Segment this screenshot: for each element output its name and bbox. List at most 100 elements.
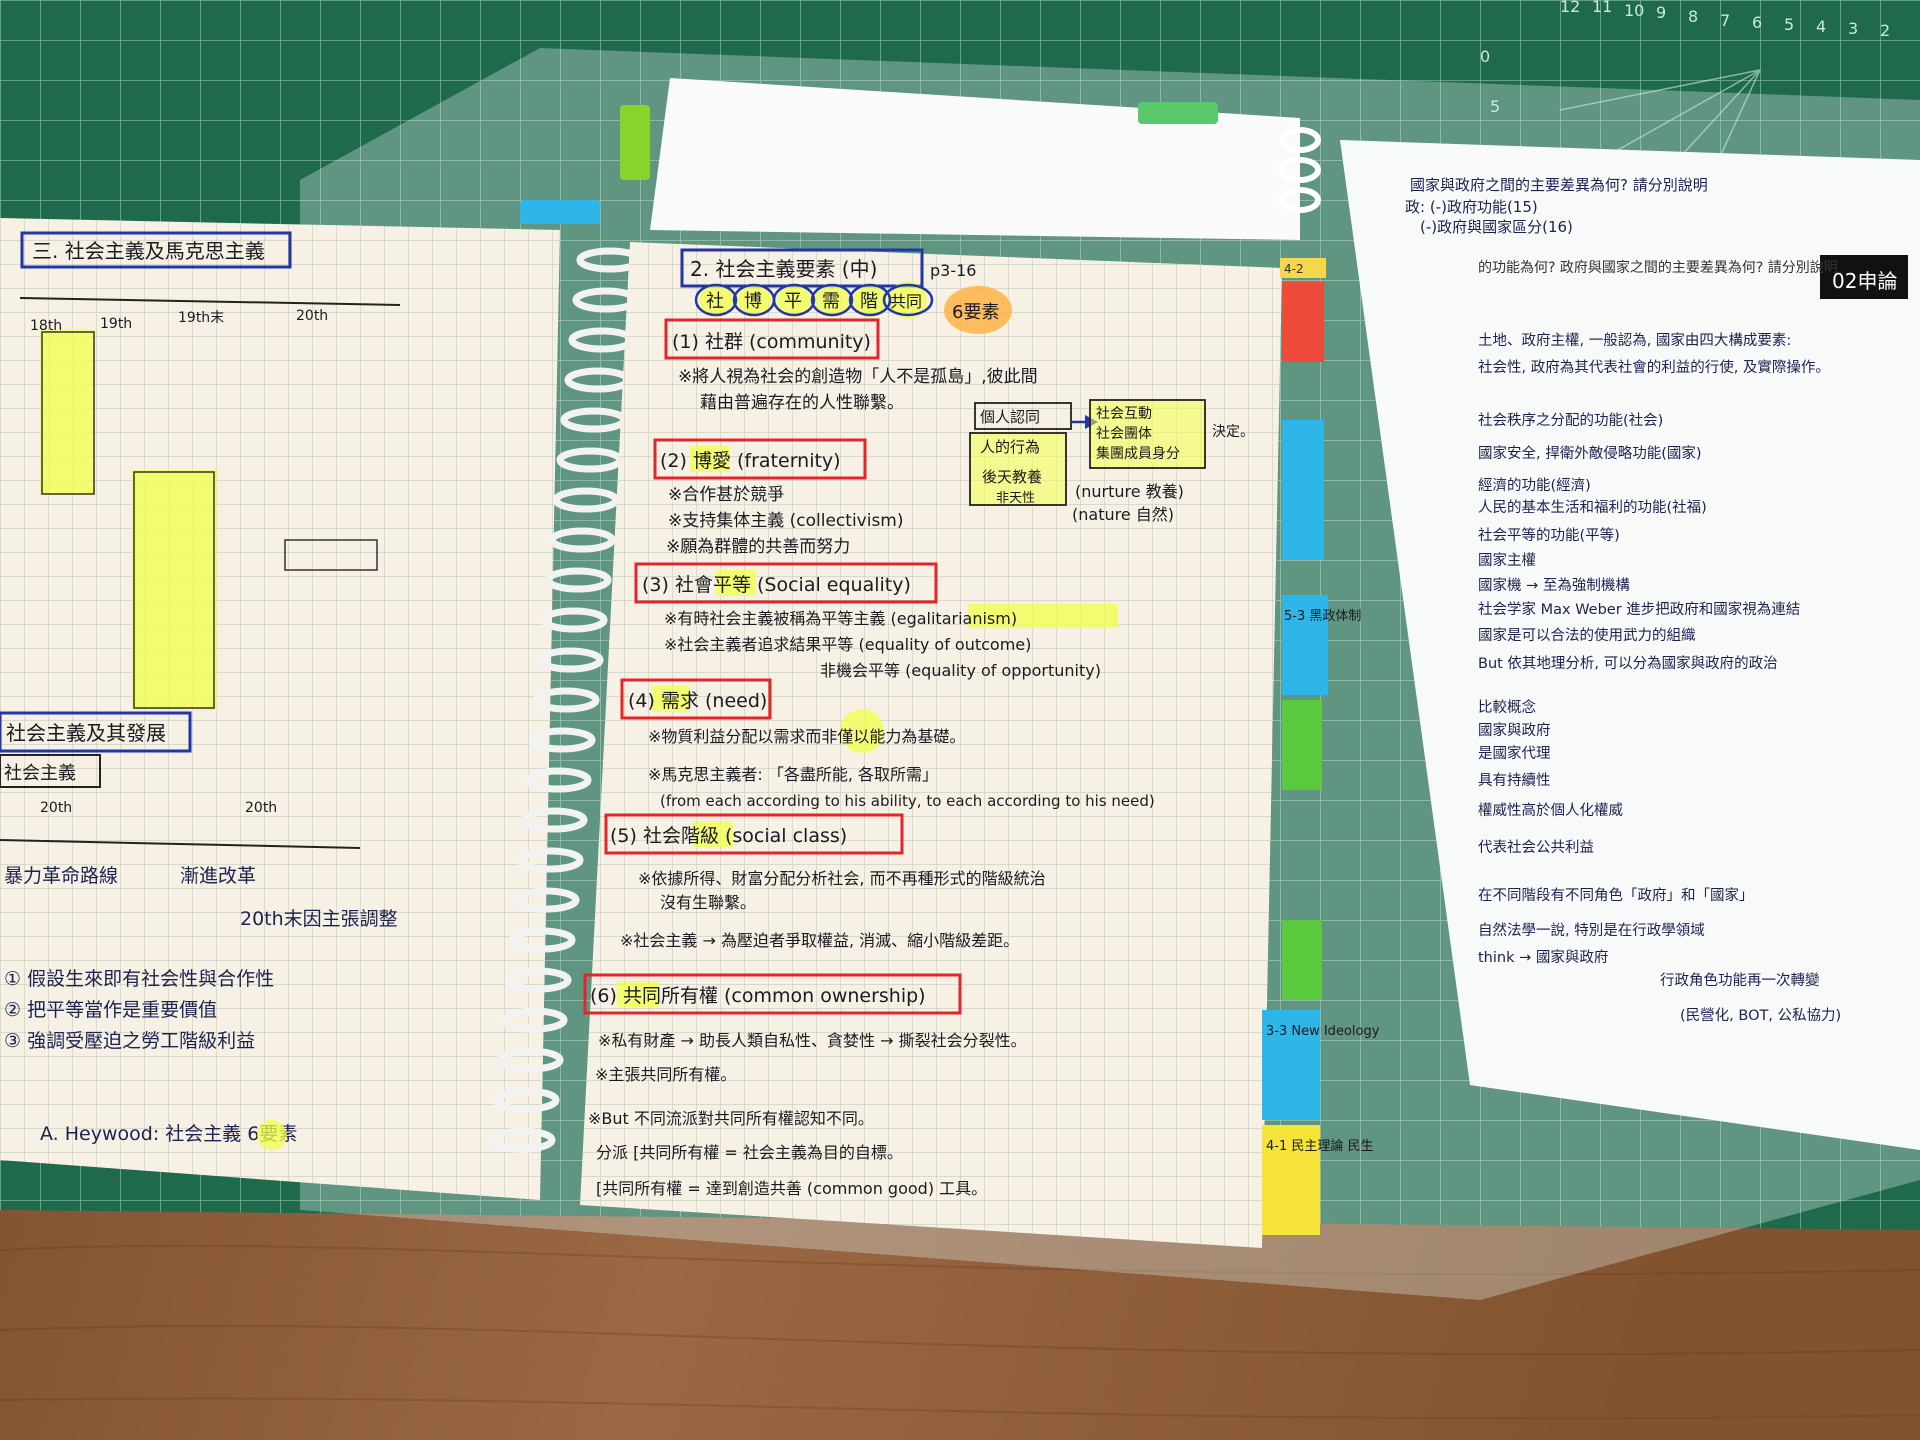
svg-text:人的行為: 人的行為 — [980, 438, 1040, 456]
notebook-left-page: 三. 社会主義及馬克思主義 18th 19th 19th末 20th 社会主義及… — [0, 218, 560, 1200]
svg-text:But 依其地理分析, 可以分為國家與政府的政治: But 依其地理分析, 可以分為國家與政府的政治 — [1478, 655, 1778, 672]
svg-text:※支持集体主義 (collectivism): ※支持集体主義 (collectivism) — [668, 511, 904, 531]
svg-text:(from each according to his ab: (from each according to his ability, to … — [660, 792, 1155, 810]
svg-text:※主張共同所有權。: ※主張共同所有權。 — [595, 1065, 736, 1084]
svg-text:3-3 New Ideology: 3-3 New Ideology — [1266, 1024, 1380, 1039]
svg-text:※有時社会主義被稱為平等主義 (egalitarianism: ※有時社会主義被稱為平等主義 (egalitarianism) — [664, 609, 1017, 628]
svg-text:0: 0 — [1480, 47, 1490, 66]
svg-text:集團成員身分: 集團成員身分 — [1096, 445, 1180, 462]
svg-text:① 假設生來即有社会性與合作性: ① 假設生來即有社会性與合作性 — [4, 968, 274, 990]
svg-text:行政角色功能再一次轉變: 行政角色功能再一次轉變 — [1660, 972, 1820, 989]
svg-text:個人認同: 個人認同 — [980, 408, 1040, 426]
svg-text:※物質利益分配以需求而非僅以能力為基礎。: ※物質利益分配以需求而非僅以能力為基礎。 — [648, 727, 965, 746]
svg-text:國家與政府之間的主要差異為何? 請分別說明: 國家與政府之間的主要差異為何? 請分別說明 — [1410, 176, 1708, 194]
svg-text:社: 社 — [706, 291, 724, 312]
svg-text:20th末因主張調整: 20th末因主張調整 — [240, 908, 398, 930]
svg-text:9: 9 — [1656, 3, 1666, 22]
svg-text:在不同階段有不同角色「政府」和「國家」: 在不同階段有不同角色「政府」和「國家」 — [1478, 887, 1754, 904]
left-lower-heading: 社会主義及其發展 — [6, 721, 166, 745]
svg-text:經濟的功能(經濟): 經濟的功能(經濟) — [1478, 477, 1591, 494]
left-heading: 三. 社会主義及馬克思主義 — [32, 239, 265, 263]
svg-text:是國家代理: 是國家代理 — [1478, 745, 1551, 762]
svg-text:12: 12 — [1560, 0, 1580, 16]
svg-text:社会團体: 社会團体 — [1096, 426, 1152, 442]
svg-text:土地、政府主權, 一般認為, 國家由四大構成要素:: 土地、政府主權, 一般認為, 國家由四大構成要素: — [1478, 332, 1791, 349]
svg-text:比較概念: 比較概念 — [1478, 698, 1536, 716]
svg-text:19th末: 19th末 — [178, 310, 224, 326]
svg-text:社会平等的功能(平等): 社会平等的功能(平等) — [1478, 526, 1620, 544]
svg-text:※But 不同流派對共同所有權認知不同。: ※But 不同流派對共同所有權認知不同。 — [588, 1109, 874, 1128]
section-3-label: (3) 社會平等 (Social equality) — [642, 574, 911, 596]
svg-text:3: 3 — [1848, 19, 1858, 38]
svg-text:7: 7 — [1720, 11, 1730, 30]
section-4-label: (4) 需求 (need) — [628, 690, 767, 712]
svg-text:博: 博 — [744, 291, 762, 312]
svg-text:※願為群體的共善而努力: ※願為群體的共善而努力 — [666, 537, 850, 557]
svg-text:4-1 民主理論 民生: 4-1 民主理論 民生 — [1266, 1138, 1374, 1154]
svg-text:國家與政府: 國家與政府 — [1478, 722, 1551, 739]
svg-text:20th: 20th — [245, 800, 277, 816]
svg-text:沒有生聯繫。: 沒有生聯繫。 — [660, 893, 756, 912]
svg-text:20th: 20th — [40, 800, 72, 816]
svg-text:政: (-)政府功能(15): 政: (-)政府功能(15) — [1405, 198, 1538, 216]
svg-text:② 把平等當作是重要價值: ② 把平等當作是重要價值 — [4, 999, 217, 1021]
svg-text:(nurture 教養): (nurture 教養) — [1075, 482, 1184, 501]
section-6-label: (6) 共同所有權 (common ownership) — [590, 985, 926, 1007]
left-lower-subheading: 社会主義 — [4, 763, 76, 784]
desk-scene: 12 11 10 9 8 7 6 5 4 3 2 0 5 02申論 國家與政府之… — [0, 0, 1920, 1440]
svg-text:後天教養: 後天教養 — [982, 468, 1042, 486]
svg-text:國家主權: 國家主權 — [1478, 552, 1536, 569]
svg-text:具有持續性: 具有持續性 — [1478, 772, 1551, 789]
svg-text:5: 5 — [1784, 15, 1794, 34]
svg-text:國家機 → 至為強制機構: 國家機 → 至為強制機構 — [1478, 577, 1630, 594]
svg-text:暴力革命路線: 暴力革命路線 — [4, 865, 118, 887]
svg-text:※私有財產 → 助長人類自私性、貪婪性 → 撕裂社会分裂性。: ※私有財產 → 助長人類自私性、貪婪性 → 撕裂社会分裂性。 — [598, 1031, 1027, 1050]
svg-text:※將人視為社会的創造物「人不是孤島」,彼此間: ※將人視為社会的創造物「人不是孤島」,彼此間 — [678, 367, 1038, 387]
svg-text:4: 4 — [1816, 17, 1826, 36]
svg-text:19th: 19th — [100, 316, 132, 332]
section-1-label: (1) 社群 (community) — [672, 331, 871, 353]
svg-text:20th: 20th — [296, 308, 328, 324]
svg-text:自然法學一說, 特別是在行政學領域: 自然法學一說, 特別是在行政學領域 — [1478, 921, 1705, 939]
exam-badge-label: 02申論 — [1832, 269, 1897, 293]
svg-text:人民的基本生活和福利的功能(社福): 人民的基本生活和福利的功能(社福) — [1478, 499, 1707, 516]
right-title: 2. 社会主義要素 (中) — [690, 257, 877, 281]
svg-text:6: 6 — [1752, 13, 1762, 32]
svg-text:非天性: 非天性 — [996, 491, 1035, 506]
svg-text:分派 [共同所有權 = 社会主義為目的自標。: 分派 [共同所有權 = 社会主義為目的自標。 — [596, 1143, 903, 1162]
svg-text:階: 階 — [860, 291, 878, 312]
right-page-ref: p3-16 — [930, 261, 976, 280]
svg-text:藉由普遍存在的人性聯繫。: 藉由普遍存在的人性聯繫。 — [700, 393, 904, 413]
svg-text:權威性高於個人化權威: 權威性高於個人化權威 — [1478, 802, 1623, 819]
svg-text:※社会主義者追求結果平等 (equality of outc: ※社会主義者追求結果平等 (equality of outcome) — [664, 635, 1031, 654]
svg-text:※馬克思主義者: 「各盡所能, 各取所需」: ※馬克思主義者: 「各盡所能, 各取所需」 — [648, 765, 938, 784]
svg-text:5-3 黑政体制: 5-3 黑政体制 — [1284, 609, 1361, 624]
svg-text:※依據所得、財富分配分析社会, 而不再種形式的階級統治: ※依據所得、財富分配分析社会, 而不再種形式的階級統治 — [638, 869, 1046, 888]
svg-text:※合作甚於競爭: ※合作甚於競爭 — [668, 485, 784, 505]
svg-text:(-)政府與國家區分(16): (-)政府與國家區分(16) — [1420, 218, 1573, 236]
svg-text:共同: 共同 — [890, 292, 922, 311]
svg-text:社会互動: 社会互動 — [1096, 406, 1152, 422]
svg-text:※社会主義 → 為壓迫者爭取權益, 消滅、縮小階級差距。: ※社会主義 → 為壓迫者爭取權益, 消滅、縮小階級差距。 — [620, 931, 1019, 950]
svg-text:think → 國家與政府: think → 國家與政府 — [1478, 949, 1608, 966]
svg-text:平: 平 — [784, 291, 802, 312]
svg-text:需: 需 — [822, 291, 840, 312]
svg-text:國家安全, 捍衛外敵侵略功能(國家): 國家安全, 捍衛外敵侵略功能(國家) — [1478, 444, 1702, 462]
svg-text:4-2: 4-2 — [1284, 262, 1304, 276]
svg-text:11: 11 — [1592, 0, 1612, 16]
svg-text:國家是可以合法的使用武力的組織: 國家是可以合法的使用武力的組織 — [1478, 627, 1696, 644]
svg-text:(nature 自然): (nature 自然) — [1072, 505, 1174, 524]
svg-text:10: 10 — [1624, 1, 1644, 20]
svg-text:2: 2 — [1880, 21, 1890, 40]
svg-text:非機会平等 (equality of opportunity: 非機会平等 (equality of opportunity) — [820, 661, 1101, 680]
svg-text:代表社会公共利益: 代表社会公共利益 — [1478, 839, 1594, 856]
svg-text:決定。: 決定。 — [1212, 424, 1254, 440]
svg-text:漸進改革: 漸進改革 — [180, 865, 256, 887]
notebook-right-page: 2. 社会主義要素 (中) p3-16 社 博 平 需 階 共同 6要素 (1)… — [580, 242, 1282, 1248]
svg-text:社会秩序之分配的功能(社会): 社会秩序之分配的功能(社会) — [1478, 412, 1663, 429]
svg-text:的功能為何? 政府與國家之間的主要差異為何? 請分別說明: 的功能為何? 政府與國家之間的主要差異為何? 請分別說明 — [1478, 259, 1838, 276]
svg-text:[共同所有權 = 達到創造共善 (common good): [共同所有權 = 達到創造共善 (common good) 工具。 — [596, 1179, 987, 1198]
section-5-label: (5) 社会階級 (social class) — [610, 825, 847, 847]
svg-text:6要素: 6要素 — [952, 302, 999, 323]
svg-text:社会学家 Max Weber 進步把政府和國家視為連結: 社会学家 Max Weber 進步把政府和國家視為連結 — [1478, 601, 1800, 618]
